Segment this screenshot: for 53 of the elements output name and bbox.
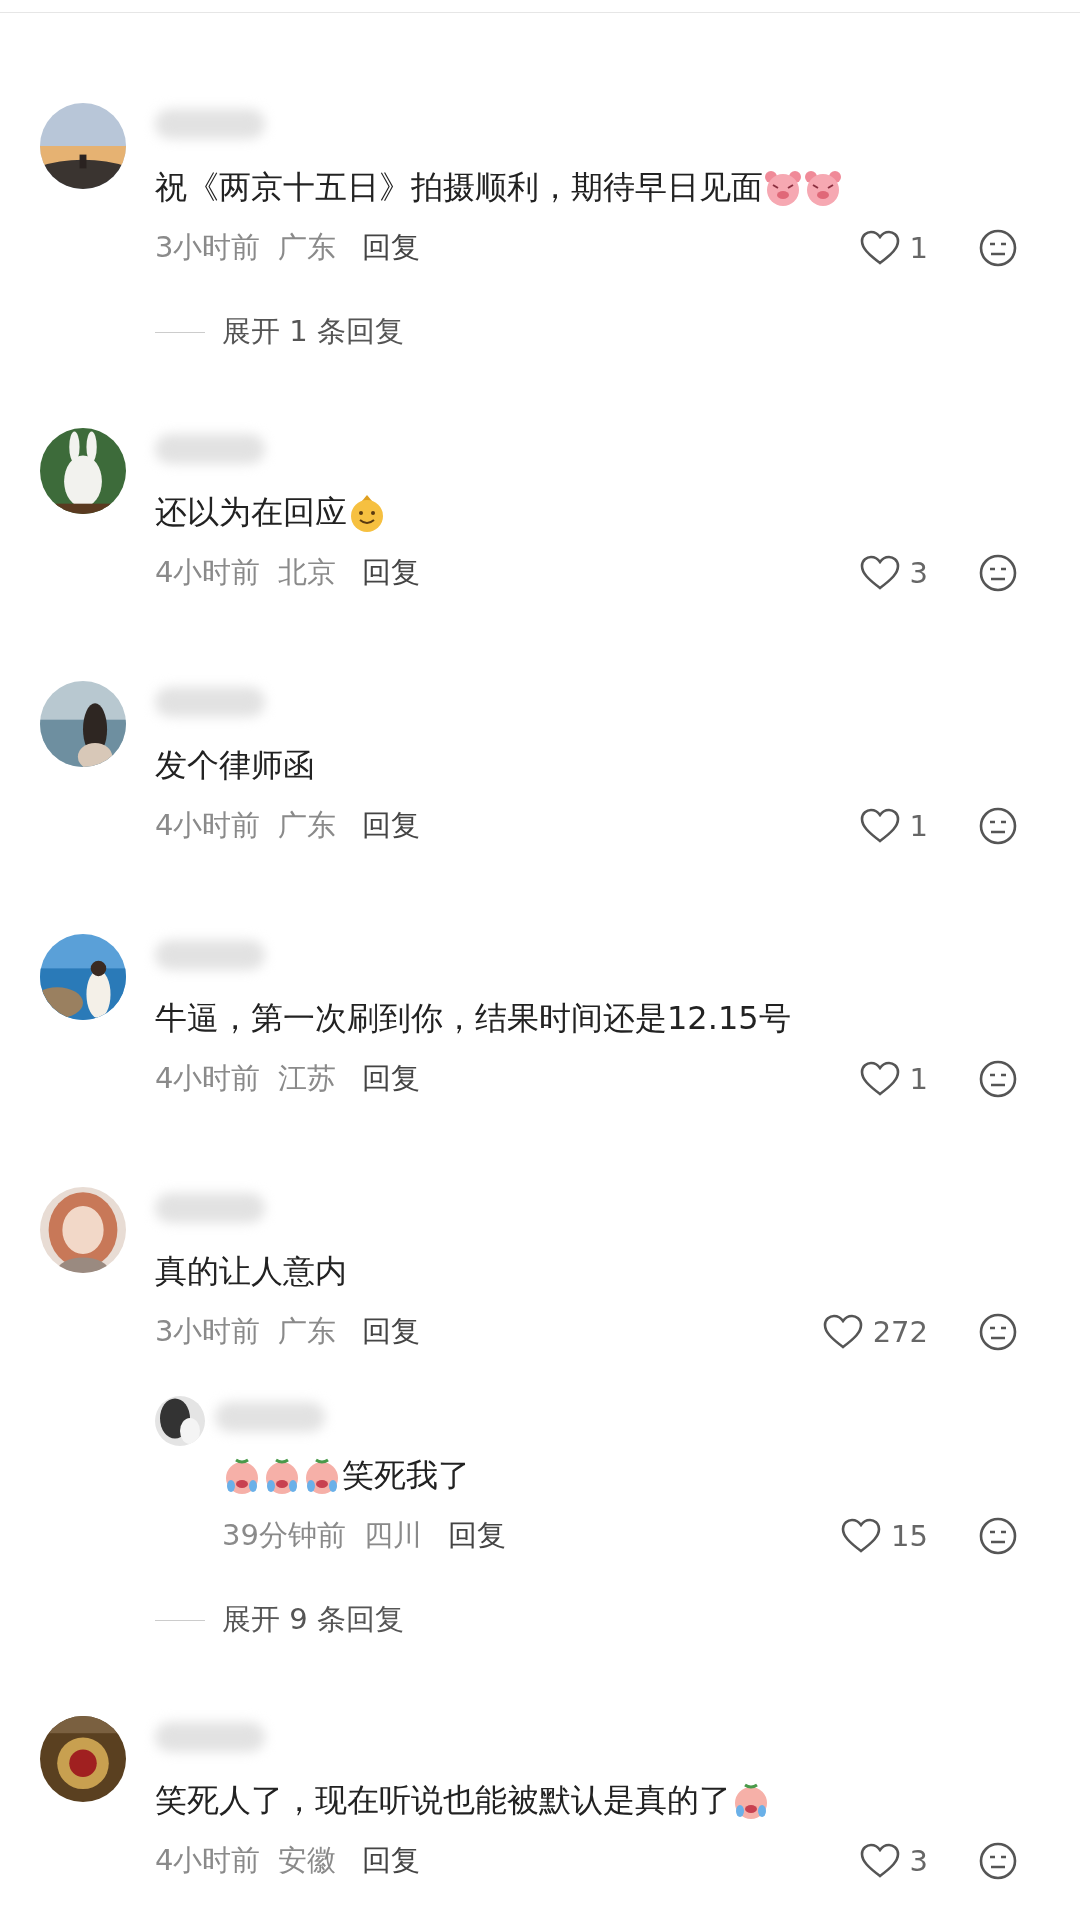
comment-time: 39分钟前 xyxy=(222,1517,346,1554)
neutral-face-icon[interactable] xyxy=(978,806,1018,846)
heart-icon[interactable] xyxy=(859,1061,900,1097)
reply-button[interactable]: 回复 xyxy=(362,1059,421,1099)
reply-button[interactable]: 回复 xyxy=(447,1516,506,1556)
sticker-icon xyxy=(803,168,843,208)
sticker-icon xyxy=(763,168,803,208)
like-count: 272 xyxy=(872,1315,928,1349)
like-count: 1 xyxy=(909,231,928,265)
comment-time: 3小时前 xyxy=(155,1313,261,1350)
comment-location: 四川 xyxy=(363,1517,422,1554)
neutral-face-icon[interactable] xyxy=(978,1312,1018,1352)
heart-icon[interactable] xyxy=(859,808,900,844)
comment-location: 江苏 xyxy=(278,1060,337,1097)
comment-text: 还以为在回应 xyxy=(155,492,347,533)
neutral-face-icon[interactable] xyxy=(978,553,1018,593)
reply-button[interactable]: 回复 xyxy=(362,806,421,846)
reply-button[interactable]: 回复 xyxy=(362,1841,421,1881)
comment-time: 3小时前 xyxy=(155,229,261,266)
like-count: 3 xyxy=(909,1844,928,1878)
heart-icon[interactable] xyxy=(859,555,900,591)
neutral-face-icon[interactable] xyxy=(978,228,1018,268)
comment-text: 牛逼，第一次刷到你，结果时间还是12.15号 xyxy=(155,998,791,1039)
reply-button[interactable]: 回复 xyxy=(362,228,421,268)
heart-icon[interactable] xyxy=(859,1843,900,1879)
comment-text: 发个律师函 xyxy=(155,745,315,786)
comment-text: 笑死我了 xyxy=(342,1455,470,1496)
expand-replies-link[interactable]: 展开 1 条回复 xyxy=(222,312,404,352)
comment-location: 广东 xyxy=(278,1313,337,1350)
comment-location: 安徽 xyxy=(278,1842,337,1879)
comment-time: 4小时前 xyxy=(155,1060,261,1097)
comment-location: 北京 xyxy=(278,554,337,591)
like-count: 1 xyxy=(909,1062,928,1096)
like-count: 15 xyxy=(891,1519,928,1553)
comment-text: 真的让人意内 xyxy=(155,1251,347,1292)
reply-button[interactable]: 回复 xyxy=(362,1312,421,1352)
heart-icon[interactable] xyxy=(841,1518,882,1554)
neutral-face-icon[interactable] xyxy=(978,1841,1018,1881)
reply-button[interactable]: 回复 xyxy=(362,553,421,593)
comment-time: 4小时前 xyxy=(155,1842,261,1879)
comment-location: 广东 xyxy=(278,807,337,844)
comment-time: 4小时前 xyxy=(155,554,261,591)
comment-time: 4小时前 xyxy=(155,807,261,844)
expand-replies-link[interactable]: 展开 9 条回复 xyxy=(222,1600,404,1640)
comment-text: 祝《两京十五日》拍摄顺利，期待早日见面 xyxy=(155,167,763,208)
neutral-face-icon[interactable] xyxy=(978,1516,1018,1556)
comment-location: 广东 xyxy=(278,229,337,266)
neutral-face-icon[interactable] xyxy=(978,1059,1018,1099)
like-count: 3 xyxy=(909,556,928,590)
like-count: 1 xyxy=(909,809,928,843)
comment-text: 笑死人了，现在听说也能被默认是真的了 xyxy=(155,1780,731,1821)
heart-icon[interactable] xyxy=(859,230,900,266)
heart-icon[interactable] xyxy=(822,1314,863,1350)
